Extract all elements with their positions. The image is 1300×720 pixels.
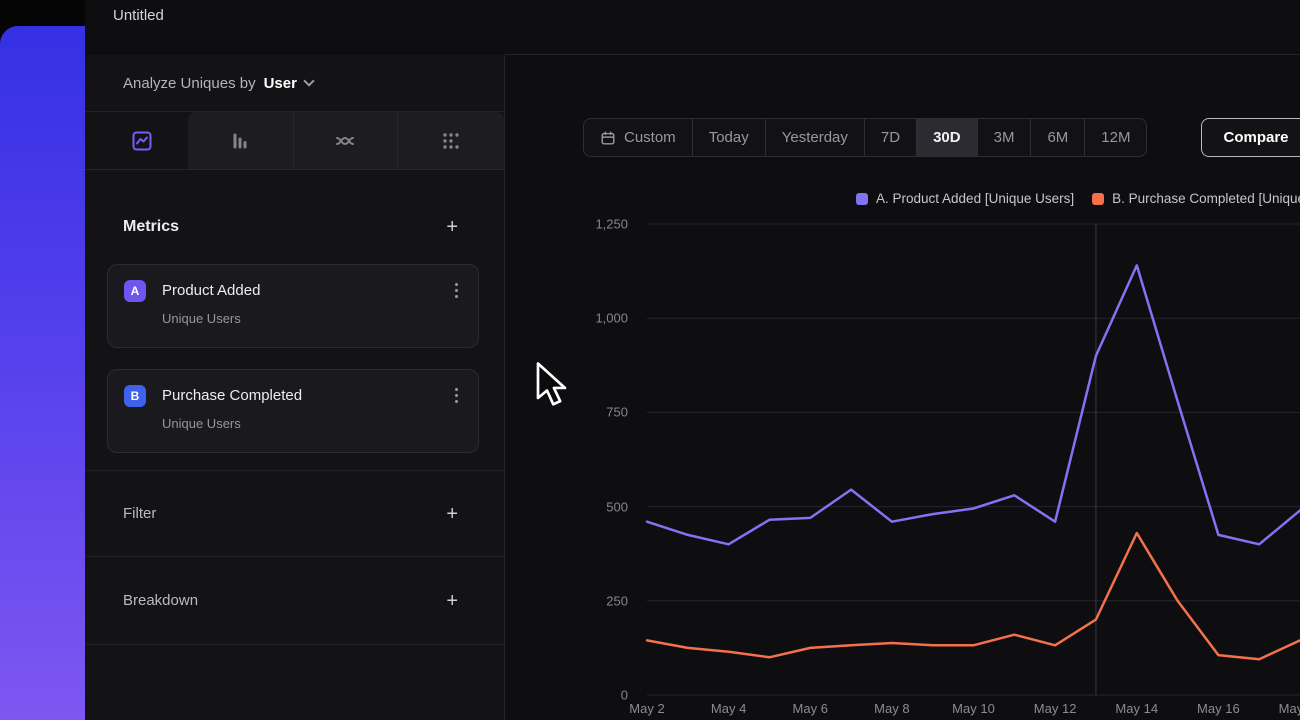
y-axis-label: 750 [606,405,628,420]
y-axis-label: 1,000 [595,311,628,326]
x-axis-label: May 8 [874,701,909,716]
retention-waves-icon [333,129,357,153]
metrics-title: Metrics [123,218,179,236]
line-chart-icon [130,129,154,153]
x-axis-label: May 14 [1115,701,1158,716]
legend-label-a: A. Product Added [Unique Users] [876,191,1074,206]
range-12m[interactable]: 12M [1084,119,1146,156]
metric-card-product-added[interactable]: A Product Added Unique Users [107,264,479,348]
report-title[interactable]: Untitled [113,7,164,24]
breakdown-title: Breakdown [123,592,198,609]
topbar-divider [505,54,1300,55]
date-range-selector: Custom Today Yesterday 7D 30D 3M 6M 12M [583,118,1147,157]
legend-label-b: B. Purchase Completed [Unique Users] [1112,191,1300,206]
range-custom[interactable]: Custom [584,119,692,156]
filter-title: Filter [123,505,156,522]
range-yesterday[interactable]: Yesterday [765,119,864,156]
metric-subtitle[interactable]: Unique Users [162,416,462,431]
metrics-section-header: Metrics + [85,205,504,249]
tab-retention[interactable] [293,112,398,169]
query-sidebar: Analyze Uniques by User [85,55,505,720]
x-axis-labels: May 2May 4May 6May 8May 10May 12May 14Ma… [647,701,1300,719]
x-axis-label: May 12 [1034,701,1077,716]
y-axis-label: 250 [606,593,628,608]
add-breakdown-button[interactable]: + [446,591,458,611]
funnel-bars-icon [228,129,252,153]
x-axis-label: May 2 [629,701,664,716]
analyze-by-value[interactable]: User [264,75,297,92]
tab-flows[interactable] [397,112,504,169]
kebab-menu-icon[interactable] [451,279,462,302]
metric-badge-a: A [124,280,146,302]
metric-badge-b: B [124,385,146,407]
x-axis-label: May 4 [711,701,746,716]
metric-subtitle[interactable]: Unique Users [162,311,462,326]
x-axis-label: May 10 [952,701,995,716]
range-30d[interactable]: 30D [916,119,977,156]
breakdown-section: Breakdown + [85,556,504,645]
analyze-by-header: Analyze Uniques by User [85,55,504,112]
legend-swatch-a [856,193,868,205]
x-axis-label: May 6 [793,701,828,716]
y-axis-label: 1,250 [595,217,628,232]
range-today[interactable]: Today [692,119,765,156]
filter-section: Filter + [85,470,504,556]
compare-button[interactable]: Compare [1201,118,1300,157]
dot-grid-icon [439,129,463,153]
desktop-background: Untitled Analyze Uniques by User [0,0,1300,720]
y-axis-labels: 02505007501,0001,250 [560,224,628,695]
add-filter-button[interactable]: + [446,504,458,524]
calendar-icon [600,130,616,146]
line-chart-plot-area[interactable] [647,224,1300,695]
report-type-tabs [85,112,504,170]
tab-funnels[interactable] [188,112,293,169]
kebab-menu-icon[interactable] [451,384,462,407]
metric-title: Purchase Completed [162,387,302,404]
add-metric-button[interactable]: + [446,217,458,237]
range-3m[interactable]: 3M [977,119,1031,156]
legend-swatch-b [1092,193,1104,205]
legend-item-b[interactable]: B. Purchase Completed [Unique Users] [1092,191,1300,206]
range-6m[interactable]: 6M [1030,119,1084,156]
chart-legend: A. Product Added [Unique Users] B. Purch… [856,191,1300,206]
metric-card-purchase-completed[interactable]: B Purchase Completed Unique Users [107,369,479,453]
range-7d[interactable]: 7D [864,119,916,156]
y-axis-label: 0 [621,688,628,703]
x-axis-label: May 18 [1279,701,1300,716]
analyze-by-label: Analyze Uniques by [123,75,256,92]
metric-title: Product Added [162,282,260,299]
x-axis-label: May 16 [1197,701,1240,716]
desktop-gradient-strip [0,26,85,720]
y-axis-label: 500 [606,499,628,514]
chevron-down-icon[interactable] [303,75,314,86]
legend-item-a[interactable]: A. Product Added [Unique Users] [856,191,1074,206]
tab-insights[interactable] [97,112,188,169]
analytics-app-window: Untitled Analyze Uniques by User [85,0,1300,720]
